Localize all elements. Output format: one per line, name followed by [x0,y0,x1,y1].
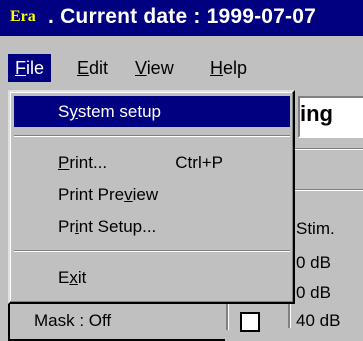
menu-edit-label: dit [89,58,109,78]
menu-view-label: iew [146,58,174,78]
menu-help-mnemonic: H [210,58,223,78]
menu-item-system-setup[interactable]: System setup [14,96,290,127]
menu-edit[interactable]: Edit [70,54,115,82]
print-label-post: rint... [69,153,108,172]
checkbox[interactable] [240,312,260,332]
window-title: . Current date : 1999-07-07 [48,5,317,28]
title-bar: Era . Current date : 1999-07-07 [0,0,363,36]
menu-item-print[interactable]: Print... Ctrl+P [14,147,290,178]
db-value: 40 dB [296,311,341,330]
db-value: 0 dB [296,283,331,302]
menu-bar: File Edit View Help [0,36,363,89]
db-value: 0 dB [296,253,331,272]
menu-help-label: elp [223,58,248,78]
print-shortcut: Ctrl+P [175,153,223,172]
menu-file-mnemonic: F [15,58,26,78]
menu-item-print-setup[interactable]: Print Setup... [14,211,290,242]
menu-help[interactable]: Help [203,54,254,82]
background-text-field[interactable]: ing [298,96,363,138]
exit-label-post: it [77,268,87,287]
system-setup-mnemonic: y [69,102,78,121]
exit-label-pre: E [58,268,70,287]
divider [295,190,363,191]
divider [295,149,363,150]
background-field-text: ing [300,101,333,126]
print-setup-label-pre: Pr [58,217,75,236]
exit-mnemonic: x [69,268,78,287]
menu-edit-mnemonic: E [77,58,90,78]
app-icon[interactable]: Era [10,8,36,26]
print-setup-label-post: nt Setup... [78,217,157,236]
print-mnemonic: P [58,153,70,172]
stim-label: Stim. [294,219,337,239]
menu-separator [14,250,290,252]
menu-item-exit[interactable]: Exit [14,262,290,293]
system-setup-label-post: stem setup [77,102,161,121]
system-setup-label-pre: S [58,102,70,121]
menu-view[interactable]: View [128,54,181,82]
print-preview-label-pre: Print Pre [58,185,125,204]
divider [226,300,229,330]
print-preview-mnemonic: v [124,185,133,204]
menu-file-label: ile [26,58,45,78]
menu-item-print-preview[interactable]: Print Preview [14,179,290,210]
menu-separator [14,135,290,137]
file-menu-dropdown: System setup Print... Ctrl+P Print Previe… [8,90,295,304]
mask-label: Mask : Off [34,311,112,330]
menu-file[interactable]: File [8,54,52,82]
print-preview-label-post: iew [132,185,159,204]
menu-view-mnemonic: V [135,58,147,78]
